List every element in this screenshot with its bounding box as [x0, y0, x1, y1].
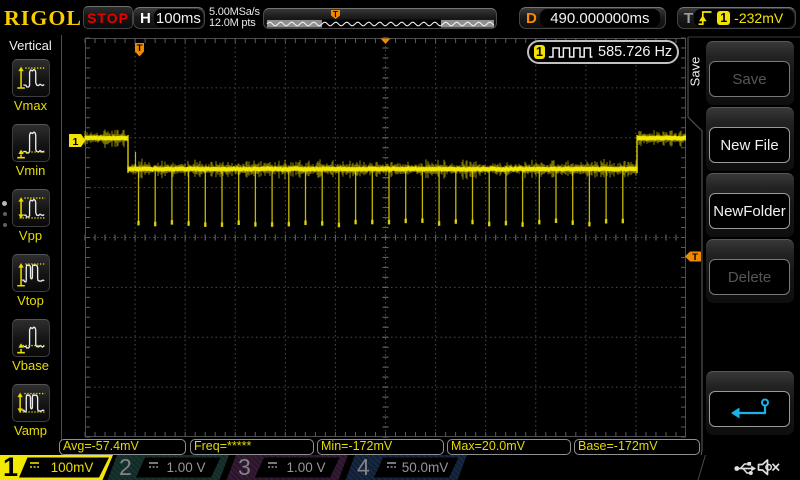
d-label: D [526, 9, 537, 27]
measurement-base: Base=-172mV [574, 439, 700, 455]
menu-item-label: Vmax [13, 98, 48, 113]
menu-item-vtop[interactable]: Vtop [0, 254, 61, 308]
return-button[interactable] [709, 391, 790, 427]
horizontal-timebase-block[interactable]: H 100ms [133, 7, 205, 29]
svg-text:1: 1 [73, 136, 79, 148]
vmax-icon [11, 59, 50, 97]
rigol-logo: RIGOL [4, 6, 83, 30]
menu-item-vpp[interactable]: Vpp [0, 189, 61, 243]
menu-item-label: Vmin [15, 163, 46, 178]
usb-icon [734, 462, 756, 475]
measurement-min: Min=-172mV [317, 439, 444, 455]
memory-waveform-strip: T [266, 10, 495, 28]
vpp-icon [11, 189, 50, 227]
menu-item-vamp[interactable]: Vamp [0, 384, 61, 438]
left-measure-menu: Vertical Vmax Vmin Vpp Vtop Vbase Vamp [0, 35, 62, 455]
menu-tab-title: Save [687, 56, 703, 87]
acquisition-info: 5.00MSa/s 12.0M pts [209, 7, 260, 28]
menu-title: Vertical [9, 38, 52, 53]
channel2-scale: 1.00 V [166, 460, 206, 475]
menu-item-label: Vtop [17, 293, 44, 308]
menu-page-dot [3, 211, 7, 216]
t-label: T [684, 9, 694, 27]
channel1-scale: 100mV [50, 460, 94, 475]
channel1-number[interactable]: 1 [3, 452, 18, 480]
new-file-button[interactable]: New File [709, 127, 790, 163]
channel3-scale: 1.00 V [286, 460, 326, 475]
menu-page-dot-active [2, 201, 7, 206]
trigger-slope-rising-icon [698, 11, 712, 26]
oscilloscope-screen: RIGOL STOP H 100ms 5.00MSa/s 12.0M pts T… [0, 0, 800, 480]
save-button: Save [709, 61, 790, 97]
sample-rate: 5.00MSa/s [209, 6, 260, 18]
frequency-counter: 1 585.726 Hz [527, 40, 679, 64]
trigger-info: 1 -232mV [694, 9, 794, 27]
svg-text:T: T [333, 10, 338, 19]
vbase-icon [11, 319, 50, 357]
return-arrow-icon [730, 398, 769, 419]
delete-button: Delete [709, 259, 790, 295]
delay-value: 490.000000ms [539, 9, 660, 27]
menu-item-label: Vbase [12, 358, 49, 373]
menu-page-dot [3, 222, 7, 227]
vamp-icon [11, 384, 50, 422]
waveform-display: T [84, 37, 687, 438]
channel-status-bar: 1 100mV 2 1.00 V 3 1.00 V 4 50.0mV [0, 452, 800, 480]
svg-text:T: T [137, 43, 143, 54]
h-label: H [140, 9, 151, 27]
trigger-level-value: -232mV [734, 10, 784, 26]
measurement-freq: Freq=***** [190, 439, 314, 455]
menu-item-vmin[interactable]: Vmin [0, 124, 61, 178]
svg-text:T: T [692, 252, 698, 262]
memory-depth: 12.0M pts [209, 16, 256, 29]
menu-item-vmax[interactable]: Vmax [0, 59, 61, 113]
channel2-number[interactable]: 2 [119, 454, 132, 480]
run-state-badge[interactable]: STOP [83, 6, 133, 29]
channel1-position-marker[interactable]: 1 [69, 134, 86, 148]
trigger-block[interactable]: T 1 -232mV [677, 7, 796, 29]
channel4-scale: 50.0mV [401, 460, 449, 475]
measurement-max: Max=20.0mV [447, 439, 571, 455]
delay-block[interactable]: D 490.000000ms [519, 7, 666, 29]
timebase-value: 100ms [153, 9, 203, 27]
waveform-memory-bar[interactable]: T [263, 8, 497, 29]
newfolder-button[interactable]: NewFolder [709, 193, 790, 229]
speaker-muted-icon [757, 459, 780, 476]
vtop-icon [11, 254, 50, 292]
channel4-number[interactable]: 4 [357, 454, 370, 480]
trigger-source-badge: 1 [717, 11, 731, 25]
pulse-train-icon [548, 46, 593, 58]
channel3-number[interactable]: 3 [238, 454, 251, 480]
menu-item-label: Vpp [18, 228, 43, 243]
measurement-avg: Avg=-57.4mV [59, 439, 186, 455]
freq-counter-value: 585.726 Hz [598, 44, 673, 60]
right-softkey-menu: Save Save New File NewFolder Delete [686, 35, 800, 455]
freq-counter-channel-badge: 1 [534, 45, 545, 59]
trigger-level-marker[interactable]: T [685, 251, 702, 262]
menu-item-vbase[interactable]: Vbase [0, 319, 61, 373]
vmin-icon [11, 124, 50, 162]
menu-item-label: Vamp [14, 423, 47, 438]
